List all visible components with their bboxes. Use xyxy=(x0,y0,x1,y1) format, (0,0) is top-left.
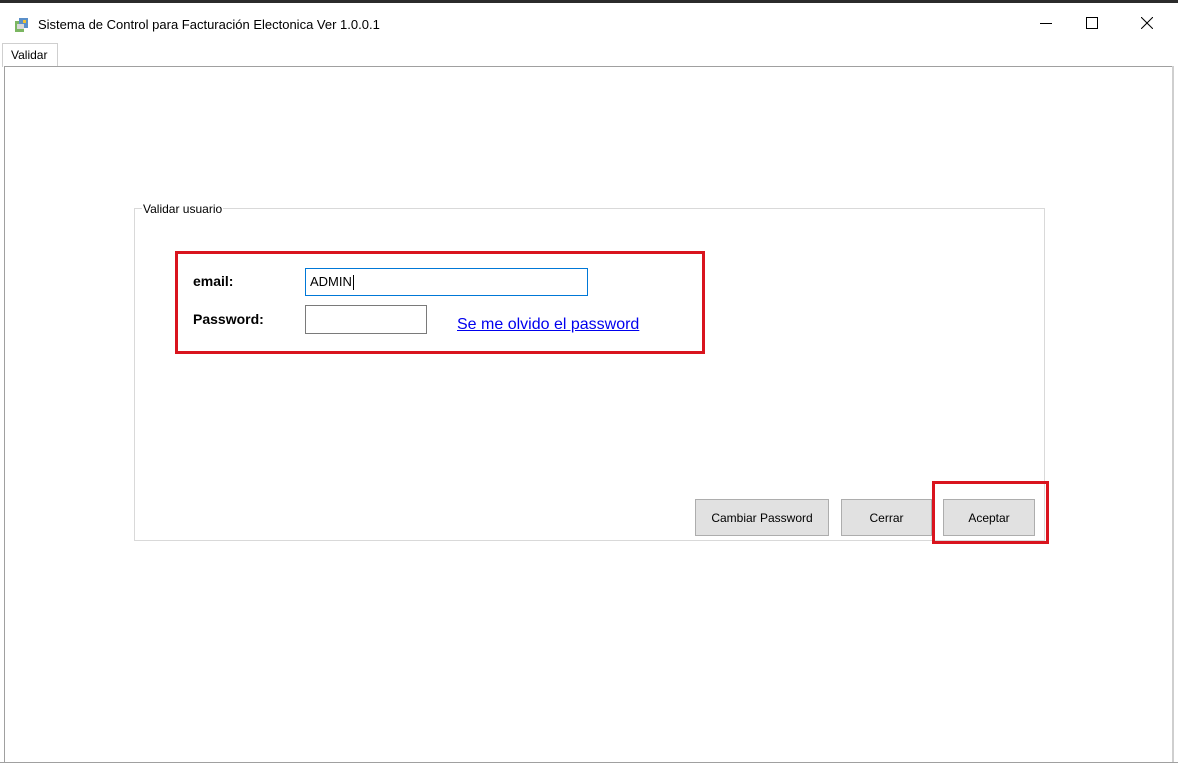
password-label: Password: xyxy=(193,311,264,327)
tab-page-edge xyxy=(1172,66,1174,764)
tab-validar[interactable]: Validar xyxy=(2,43,59,67)
forgot-password-link[interactable]: Se me olvido el password xyxy=(457,316,639,334)
change-password-button[interactable]: Cambiar Password xyxy=(695,499,829,536)
email-label: email: xyxy=(193,273,234,289)
text-caret xyxy=(352,275,354,291)
close-form-button[interactable]: Cerrar xyxy=(841,499,932,536)
close-icon xyxy=(1141,17,1153,29)
email-value: ADMIN xyxy=(310,274,352,289)
maximize-button[interactable] xyxy=(1069,3,1115,43)
validate-user-group xyxy=(134,208,1045,541)
password-field[interactable] xyxy=(305,305,427,334)
minimize-icon xyxy=(1040,23,1052,24)
maximize-icon xyxy=(1086,17,1098,29)
group-legend: Validar usuario xyxy=(142,202,224,216)
window-title: Sistema de Control para Facturación Elec… xyxy=(38,17,380,32)
accept-button[interactable]: Aceptar xyxy=(943,499,1035,536)
email-field[interactable]: ADMIN xyxy=(305,268,588,296)
app-icon xyxy=(15,18,28,32)
tab-strip: Validar xyxy=(0,43,1178,67)
title-bar: Sistema de Control para Facturación Elec… xyxy=(0,3,1178,43)
window-bottom-border xyxy=(0,762,1178,769)
close-button[interactable] xyxy=(1124,3,1170,43)
minimize-button[interactable] xyxy=(1023,3,1069,43)
